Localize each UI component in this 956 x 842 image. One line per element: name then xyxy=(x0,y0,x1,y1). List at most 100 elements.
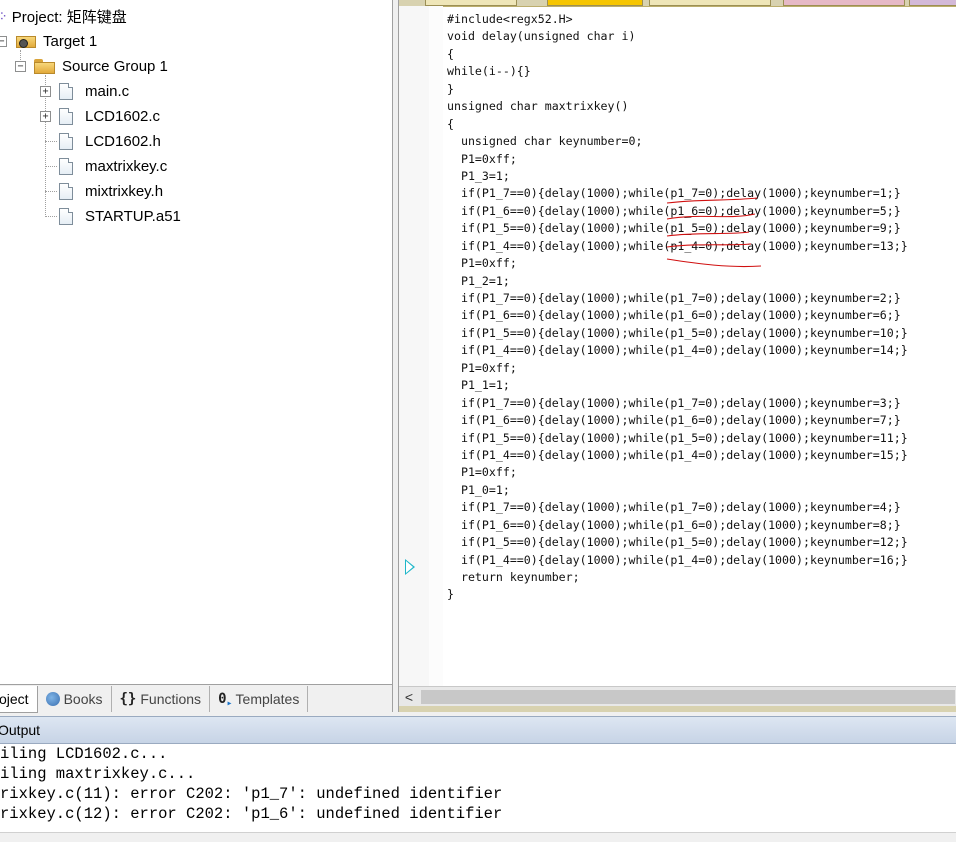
code-line[interactable]: if(P1_7==0){delay(1000);while(p1_7=0);de… xyxy=(447,395,955,412)
tab-functions[interactable]: {} Functions xyxy=(112,686,211,712)
code-line[interactable]: P1_0=1; xyxy=(447,482,955,499)
code-line[interactable]: if(P1_6==0){delay(1000);while(p1_6=0);de… xyxy=(447,412,955,429)
code-line[interactable]: #include<regx52.H> xyxy=(447,11,955,28)
code-line[interactable]: void delay(unsigned char i) xyxy=(447,28,955,45)
code-line[interactable]: { xyxy=(447,116,955,133)
file-item-maxtrixkey-c[interactable]: maxtrixkey.c xyxy=(40,154,167,178)
file-icon xyxy=(59,132,73,150)
file-label: LCD1602.h xyxy=(85,132,161,150)
code-line[interactable]: unsigned char maxtrixkey() xyxy=(447,98,955,115)
code-line[interactable]: P1=0xff; xyxy=(447,255,955,272)
file-item-main-c[interactable]: + main.c xyxy=(40,79,129,103)
collapse-icon[interactable]: − xyxy=(15,60,26,72)
output-line[interactable]: iling maxtrixkey.c... xyxy=(0,764,956,784)
code-line[interactable]: while(i--){} xyxy=(447,63,955,80)
project-pane: ⁘ Project: 矩阵键盘 − Target 1 − Source Grou… xyxy=(0,0,393,713)
output-line[interactable]: iling LCD1602.c... xyxy=(0,744,956,764)
tab-templates[interactable]: 0▸ Templates xyxy=(210,686,309,712)
tab-label: Functions xyxy=(140,691,202,707)
templates-icon: 0▸ xyxy=(218,691,233,709)
source-group-label: Source Group 1 xyxy=(62,57,168,75)
editor-tab[interactable] xyxy=(783,0,905,6)
file-item-mixtrixkey-h[interactable]: mixtrixkey.h xyxy=(40,179,163,203)
project-root-item[interactable]: ⁘ Project: 矩阵键盘 xyxy=(0,4,127,28)
code-line[interactable]: P1_1=1; xyxy=(447,377,955,394)
code-line[interactable]: P1=0xff; xyxy=(447,360,955,377)
tab-books[interactable]: Books xyxy=(38,686,112,712)
line-gutter[interactable] xyxy=(399,6,430,686)
execution-arrow-icon xyxy=(405,559,415,575)
books-icon xyxy=(45,692,60,706)
fold-margin xyxy=(429,6,443,686)
editor-tab-active[interactable] xyxy=(547,0,643,6)
code-line[interactable]: { xyxy=(447,46,955,63)
source-group-item[interactable]: − Source Group 1 xyxy=(15,54,168,78)
project-title: Project: 矩阵键盘 xyxy=(11,8,127,26)
file-label: LCD1602.c xyxy=(85,107,161,125)
code-line[interactable]: P1=0xff; xyxy=(447,464,955,481)
code-editor[interactable]: #include<regx52.H> void delay(unsigned ch… xyxy=(398,0,956,712)
code-line[interactable]: if(P1_4==0){delay(1000);while(p1_4=0);de… xyxy=(447,447,955,464)
code-line[interactable]: if(P1_6==0){delay(1000);while(p1_6=0);de… xyxy=(447,203,955,220)
tab-label: Books xyxy=(63,691,103,707)
code-line[interactable]: if(P1_7==0){delay(1000);while(p1_7=0);de… xyxy=(447,185,955,202)
output-pane: Output iling LCD1602.c... iling maxtrixke… xyxy=(0,716,956,842)
tab-label: oject xyxy=(0,690,29,707)
scroll-left-button[interactable]: < xyxy=(399,687,419,707)
file-icon xyxy=(59,157,73,175)
code-line[interactable]: } xyxy=(447,586,955,603)
collapse-icon[interactable]: − xyxy=(0,35,7,47)
file-label: STARTUP.a51 xyxy=(85,207,181,225)
code-line[interactable]: if(P1_6==0){delay(1000);while(p1_6=0);de… xyxy=(447,307,955,324)
output-line[interactable]: rixkey.c(12): error C202: 'p1_6': undefi… xyxy=(0,804,956,824)
code-line[interactable]: P1_3=1; xyxy=(447,168,955,185)
code-line[interactable]: if(P1_4==0){delay(1000);while(p1_4=0);de… xyxy=(447,342,955,359)
code-line[interactable]: if(P1_7==0){delay(1000);while(p1_7=0);de… xyxy=(447,290,955,307)
output-title: Output xyxy=(0,716,956,744)
code-line[interactable]: P1_2=1; xyxy=(447,273,955,290)
code-line[interactable]: if(P1_4==0){delay(1000);while(p1_4=0);de… xyxy=(447,552,955,569)
file-label: main.c xyxy=(85,82,130,100)
tab-label: Templates xyxy=(235,691,300,707)
file-item-lcd1602-c[interactable]: + LCD1602.c xyxy=(40,104,160,128)
file-icon xyxy=(59,82,73,100)
target-item[interactable]: − Target 1 xyxy=(0,29,97,53)
file-icon xyxy=(59,107,73,125)
editor-tab[interactable] xyxy=(649,0,771,6)
horizontal-scrollbar[interactable]: < xyxy=(399,686,956,707)
file-icon xyxy=(59,207,73,225)
output-line[interactable]: rixkey.c(11): error C202: 'p1_7': undefi… xyxy=(0,784,956,804)
output-text[interactable]: iling LCD1602.c... iling maxtrixkey.c... r… xyxy=(0,744,956,824)
file-item-lcd1602-h[interactable]: LCD1602.h xyxy=(40,129,161,153)
code-area[interactable]: #include<regx52.H> void delay(unsigned ch… xyxy=(447,11,955,604)
code-line[interactable]: if(P1_4==0){delay(1000);while(p1_4=0);de… xyxy=(447,238,955,255)
project-tree: ⁘ Project: 矩阵键盘 − Target 1 − Source Grou… xyxy=(0,0,392,684)
code-line[interactable]: if(P1_6==0){delay(1000);while(p1_6=0);de… xyxy=(447,517,955,534)
code-line[interactable]: if(P1_5==0){delay(1000);while(p1_5=0);de… xyxy=(447,220,955,237)
editor-border xyxy=(399,706,956,712)
tab-project[interactable]: oject xyxy=(0,685,38,713)
project-tabs: oject Books {} Functions 0▸ Templates xyxy=(0,684,392,713)
target-label: Target 1 xyxy=(43,32,98,50)
target-icon xyxy=(15,33,37,49)
file-item-startup-a51[interactable]: STARTUP.a51 xyxy=(40,204,181,228)
code-line[interactable]: unsigned char keynumber=0; xyxy=(447,133,955,150)
expand-icon[interactable]: + xyxy=(40,85,51,97)
editor-tab[interactable] xyxy=(909,0,956,6)
code-line[interactable]: if(P1_5==0){delay(1000);while(p1_5=0);de… xyxy=(447,430,955,447)
code-line[interactable]: if(P1_5==0){delay(1000);while(p1_5=0);de… xyxy=(447,534,955,551)
file-label: maxtrixkey.c xyxy=(85,157,168,175)
project-icon: ⁘ xyxy=(0,8,8,25)
folder-icon xyxy=(34,58,56,74)
code-line[interactable]: } xyxy=(447,81,955,98)
scroll-thumb[interactable] xyxy=(421,690,955,704)
code-line[interactable]: if(P1_7==0){delay(1000);while(p1_7=0);de… xyxy=(447,499,955,516)
expand-icon[interactable]: + xyxy=(40,110,51,122)
code-line[interactable]: return keynumber; xyxy=(447,569,955,586)
file-icon xyxy=(59,182,73,200)
braces-icon: {} xyxy=(119,691,137,707)
code-line[interactable]: if(P1_5==0){delay(1000);while(p1_5=0);de… xyxy=(447,325,955,342)
file-label: mixtrixkey.h xyxy=(85,182,164,200)
code-line[interactable]: P1=0xff; xyxy=(447,151,955,168)
editor-tabstrip xyxy=(399,0,956,7)
